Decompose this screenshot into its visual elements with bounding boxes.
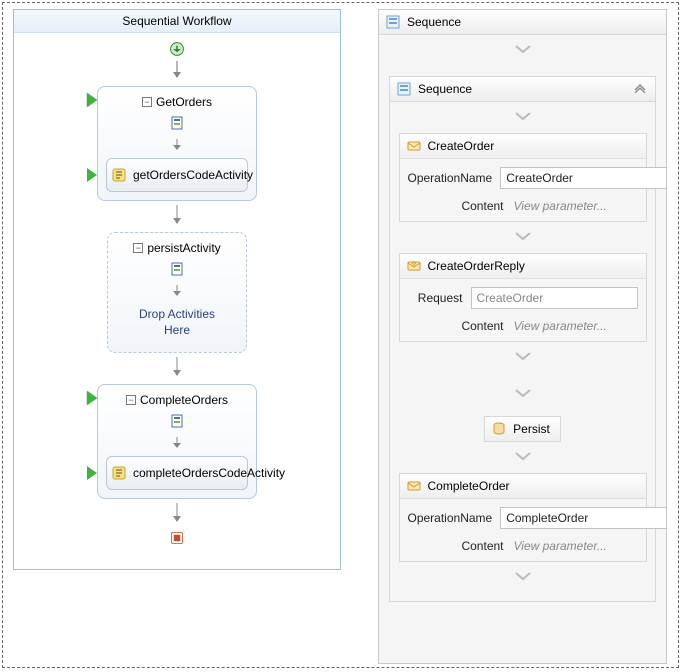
operation-name-label: OperationName: [408, 511, 493, 525]
flow-chevron-icon: [514, 230, 532, 245]
workflow-start-icon: [169, 41, 185, 57]
activity-persist[interactable]: − persistActivity Drop Activities Here: [107, 232, 247, 353]
collapse-toggle-icon[interactable]: −: [142, 97, 152, 107]
flow-connector-icon: [171, 503, 183, 526]
view-parameter-link[interactable]: View parameter...: [512, 199, 638, 213]
flow-chevron-icon: [514, 570, 532, 585]
workflow-title: Sequential Workflow: [14, 10, 340, 33]
code-activity-getorders[interactable]: getOrdersCodeActivity: [106, 158, 248, 192]
flow-connector-icon: [171, 205, 183, 228]
flow-chevron-icon: [514, 43, 532, 58]
outer-sequence-header[interactable]: Sequence: [379, 10, 666, 35]
receive-activity-icon: [406, 478, 422, 494]
entry-marker-icon: [87, 466, 97, 480]
outer-sequence-title: Sequence: [407, 15, 461, 29]
sequential-workflow-designer[interactable]: Sequential Workflow − GetOrders: [13, 9, 341, 570]
activity-title: CreateOrderReply: [428, 259, 525, 273]
drop-text-line1: Drop Activities: [139, 307, 215, 321]
activity-persist[interactable]: Persist: [484, 416, 561, 442]
code-activity-label: getOrdersCodeActivity: [133, 168, 253, 182]
sequence-designer-inner[interactable]: Sequence CreateOrder OperationNam: [389, 76, 656, 602]
collapse-toggle-icon[interactable]: −: [126, 395, 136, 405]
flow-connector-icon: [171, 357, 183, 380]
activity-create-order-reply[interactable]: CreateOrderReply Request Content View pa…: [399, 253, 647, 342]
inner-sequence-title: Sequence: [418, 82, 472, 96]
composite-activity-icon: [169, 115, 185, 131]
activity-title: CompleteOrder: [428, 479, 510, 493]
flow-chevron-icon: [514, 350, 532, 365]
activity-create-order[interactable]: CreateOrder OperationName Content View p…: [399, 133, 647, 222]
activity-title: CompleteOrders: [140, 393, 228, 407]
flow-connector-icon: [104, 139, 250, 154]
drop-zone[interactable]: Drop Activities Here: [114, 304, 240, 344]
collapse-icon[interactable]: [633, 82, 647, 96]
code-activity-label: completeOrdersCodeActivity: [133, 466, 285, 480]
flow-connector-icon: [114, 285, 240, 300]
request-field[interactable]: [471, 287, 638, 309]
flow-connector-icon: [104, 437, 250, 452]
operation-name-label: OperationName: [408, 171, 493, 185]
code-activity-completeorders[interactable]: completeOrdersCodeActivity: [106, 456, 248, 490]
request-label: Request: [408, 291, 463, 305]
drop-text-line2: Here: [164, 323, 190, 337]
content-label: Content: [408, 319, 504, 333]
inner-sequence-header[interactable]: Sequence: [390, 77, 655, 102]
operation-name-field[interactable]: [500, 167, 667, 189]
activity-title: CreateOrder: [428, 139, 495, 153]
workflow-end-icon: [169, 530, 185, 546]
collapse-toggle-icon[interactable]: −: [133, 243, 143, 253]
activity-title: GetOrders: [156, 95, 212, 109]
entry-marker-icon: [87, 168, 97, 182]
sequence-icon: [385, 14, 401, 30]
composite-activity-icon: [169, 413, 185, 429]
flow-chevron-icon: [514, 450, 532, 465]
receive-activity-icon: [406, 138, 422, 154]
persist-activity-icon: [491, 421, 507, 437]
composite-activity-icon: [169, 261, 185, 277]
flow-connector-icon: [171, 61, 183, 82]
content-label: Content: [408, 539, 504, 553]
send-reply-activity-icon: [406, 258, 422, 274]
activity-complete-orders[interactable]: − CompleteOrders completeOrdersCodeActiv…: [97, 384, 257, 499]
entry-marker-icon: [87, 391, 97, 405]
content-label: Content: [408, 199, 504, 213]
code-activity-icon: [111, 465, 127, 481]
activity-title: Persist: [513, 422, 550, 436]
operation-name-field[interactable]: [500, 507, 667, 529]
sequence-icon: [396, 81, 412, 97]
activity-complete-order[interactable]: CompleteOrder OperationName Content View…: [399, 473, 647, 562]
view-parameter-link[interactable]: View parameter...: [512, 319, 638, 333]
sequence-designer-outer[interactable]: Sequence Sequence: [378, 9, 667, 664]
activity-title: persistActivity: [147, 241, 220, 255]
code-activity-icon: [111, 167, 127, 183]
flow-chevron-icon: [514, 387, 532, 402]
entry-marker-icon: [87, 93, 97, 107]
activity-get-orders[interactable]: − GetOrders getOrdersCodeActivity: [97, 86, 257, 201]
flow-chevron-icon: [514, 110, 532, 125]
view-parameter-link[interactable]: View parameter...: [512, 539, 638, 553]
